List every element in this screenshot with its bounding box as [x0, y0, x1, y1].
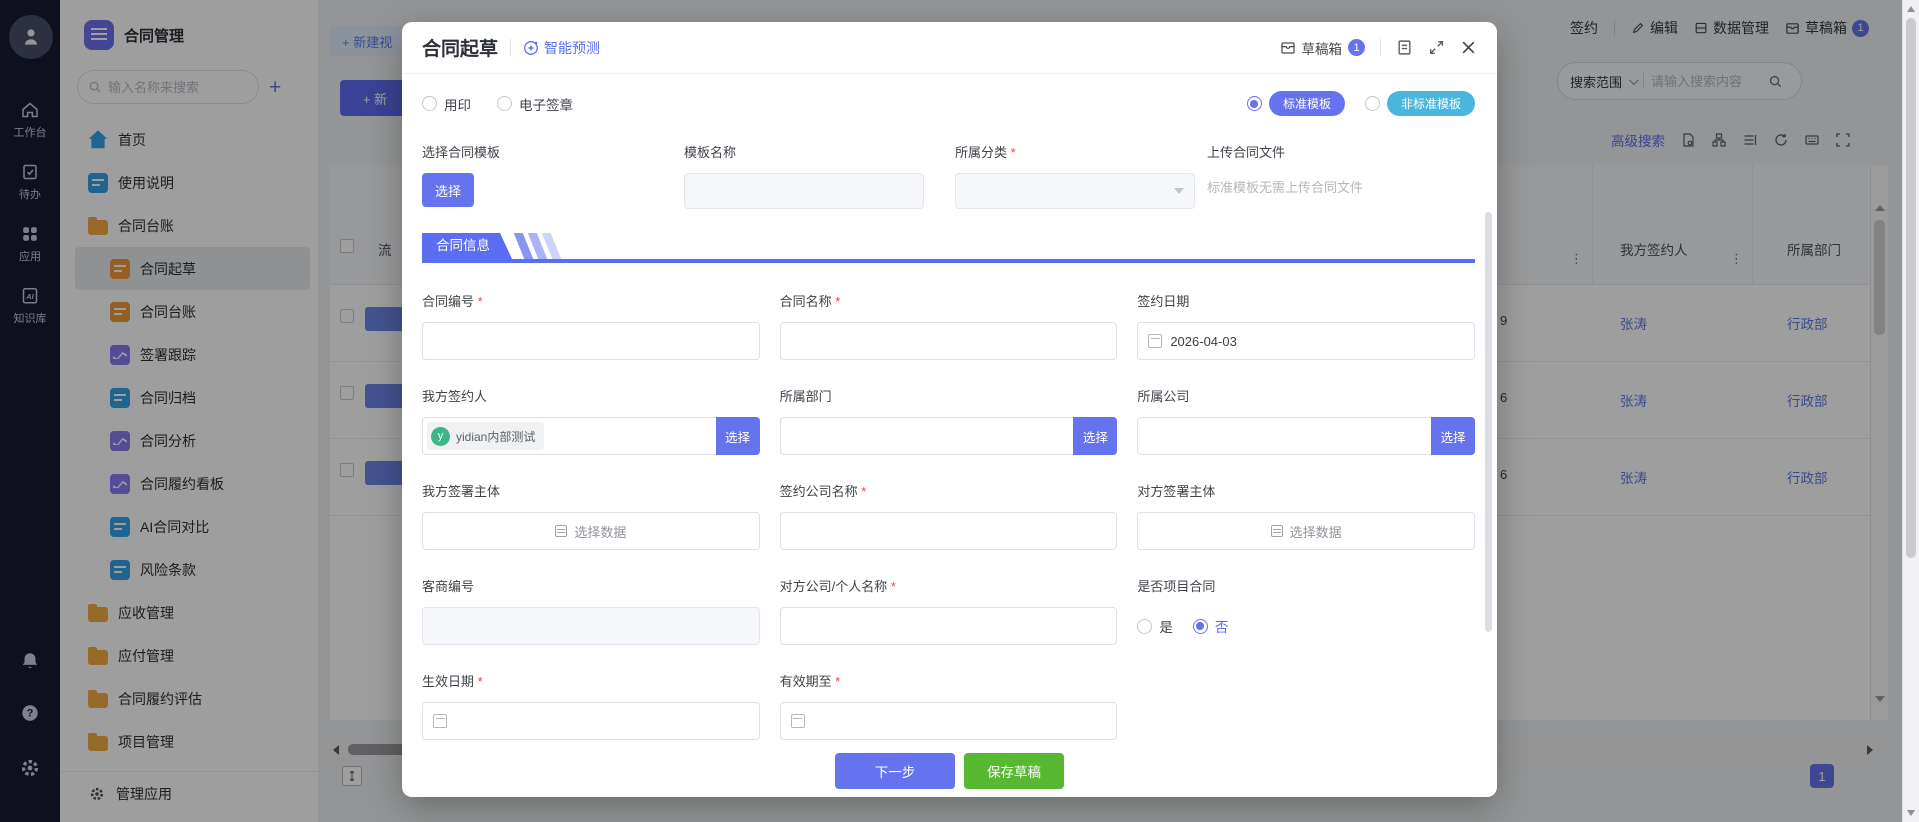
sign-company-input[interactable] [780, 512, 1118, 550]
radio-icon [497, 96, 512, 111]
drafts-label: 草稿箱 [1302, 38, 1343, 58]
counterparty-name-input[interactable] [780, 607, 1118, 645]
our-signer-label: 我方签约人 [422, 386, 760, 405]
valid-until-label: 有效期至 [780, 671, 1118, 690]
calendar-icon [791, 714, 805, 728]
ai-predict-label: 智能预测 [544, 38, 600, 58]
template-name-input[interactable] [684, 173, 924, 209]
radio-checked-icon [1247, 96, 1262, 111]
contract-draft-modal: 合同起草 智能预测 草稿箱 1 [402, 22, 1497, 797]
radio-icon [1137, 619, 1152, 634]
effective-date-input[interactable] [422, 702, 760, 740]
screen: 工作台 待办 应用 AI 知识库 ? 合同管理 [0, 0, 1919, 822]
print-seal-label: 用印 [444, 94, 471, 114]
standard-template-pill: 标准模板 [1269, 91, 1345, 116]
upload-file-label: 上传合同文件 [1207, 142, 1475, 161]
signer-tag: y yidian内部测试 [427, 422, 544, 450]
signer-tag-label: yidian内部测试 [456, 428, 535, 445]
next-step-button[interactable]: 下一步 [835, 753, 955, 789]
no-label: 否 [1215, 616, 1229, 636]
valid-until-input[interactable] [780, 702, 1118, 740]
contract-no-label: 合同编号 [422, 291, 760, 310]
close-button[interactable] [1460, 39, 1477, 56]
our-entity-label: 我方签署主体 [422, 481, 760, 500]
select-template-button[interactable]: 选择 [422, 173, 474, 207]
counterparty-name-label: 对方公司/个人名称 [780, 576, 1118, 595]
calendar-icon [1148, 334, 1162, 348]
radio-icon [1365, 96, 1380, 111]
sign-date-value: 2026-04-03 [1170, 334, 1237, 349]
document-view-button[interactable] [1396, 39, 1413, 56]
divider [1380, 39, 1381, 56]
print-seal-radio[interactable]: 用印 [422, 94, 471, 114]
vendor-no-input[interactable] [422, 607, 760, 645]
nonstandard-template-pill: 非标准模板 [1387, 91, 1475, 116]
template-name-label: 模板名称 [684, 142, 955, 161]
scroll-down-icon[interactable] [1907, 810, 1915, 816]
effective-date-label: 生效日期 [422, 671, 760, 690]
is-project-label: 是否项目合同 [1137, 576, 1475, 595]
counterparty-entity-label: 对方签署主体 [1137, 481, 1475, 500]
select-company-button[interactable]: 选择 [1431, 417, 1475, 455]
select-data-label: 选择数据 [1290, 522, 1342, 541]
save-draft-button[interactable]: 保存草稿 [964, 753, 1064, 789]
upload-hint: 标准模板无需上传合同文件 [1207, 177, 1475, 196]
drafts-count-badge: 1 [1348, 39, 1365, 56]
category-select[interactable] [955, 173, 1195, 209]
counterparty-entity-select-data[interactable]: 选择数据 [1137, 512, 1475, 550]
sign-company-label: 签约公司名称 [780, 481, 1118, 500]
category-label: 所属分类 [955, 142, 1207, 161]
scrollbar-thumb[interactable] [1906, 18, 1916, 558]
select-signer-button[interactable]: 选择 [716, 417, 760, 455]
ai-predict-button[interactable]: 智能预测 [523, 38, 600, 58]
section-contract-info: 合同信息 [422, 233, 1475, 263]
expand-button[interactable] [1428, 39, 1445, 56]
radio-icon [422, 96, 437, 111]
company-label: 所属公司 [1137, 386, 1475, 405]
modal-title: 合同起草 [422, 34, 498, 61]
expand-icon [1428, 39, 1445, 56]
section-title: 合同信息 [422, 233, 512, 259]
contract-name-label: 合同名称 [780, 291, 1118, 310]
select-department-button[interactable]: 选择 [1073, 417, 1117, 455]
close-icon [1460, 39, 1477, 56]
esign-label: 电子签章 [519, 94, 573, 114]
select-template-label: 选择合同模板 [422, 142, 684, 161]
modal-header: 合同起草 智能预测 草稿箱 1 [402, 22, 1497, 74]
modal-drafts-button[interactable]: 草稿箱 1 [1280, 38, 1366, 58]
calendar-icon [433, 714, 447, 728]
modal-scrollbar-thumb[interactable] [1485, 212, 1492, 632]
department-label: 所属部门 [780, 386, 1118, 405]
page-scrollbar[interactable] [1902, 0, 1919, 822]
department-input[interactable] [780, 417, 1118, 455]
modal-footer: 下一步 保存草稿 [402, 745, 1497, 797]
scroll-up-icon[interactable] [1907, 6, 1915, 12]
project-yes-radio[interactable]: 是 [1137, 616, 1173, 636]
company-input[interactable] [1137, 417, 1475, 455]
section-stripes [519, 233, 556, 259]
ai-sparkle-icon [523, 40, 539, 56]
contract-no-input[interactable] [422, 322, 760, 360]
nonstandard-template-radio[interactable]: 非标准模板 [1365, 91, 1475, 116]
sign-date-input[interactable]: 2026-04-03 [1137, 322, 1475, 360]
standard-template-radio[interactable]: 标准模板 [1247, 91, 1345, 116]
yes-label: 是 [1159, 616, 1173, 636]
signer-avatar: y [431, 427, 450, 446]
drafts-icon [1280, 40, 1296, 56]
modal-body: 用印 电子签章 标准模板 非标准模板 [402, 74, 1497, 745]
data-icon [1271, 525, 1283, 537]
select-data-label: 选择数据 [574, 522, 626, 541]
vendor-no-label: 客商编号 [422, 576, 760, 595]
contract-name-input[interactable] [780, 322, 1118, 360]
radio-checked-icon [1193, 619, 1208, 634]
divider [510, 39, 511, 56]
sign-date-label: 签约日期 [1137, 291, 1475, 310]
esign-radio[interactable]: 电子签章 [497, 94, 573, 114]
data-icon [555, 525, 567, 537]
our-entity-select-data[interactable]: 选择数据 [422, 512, 760, 550]
project-no-radio[interactable]: 否 [1193, 616, 1229, 636]
document-icon [1396, 39, 1413, 56]
